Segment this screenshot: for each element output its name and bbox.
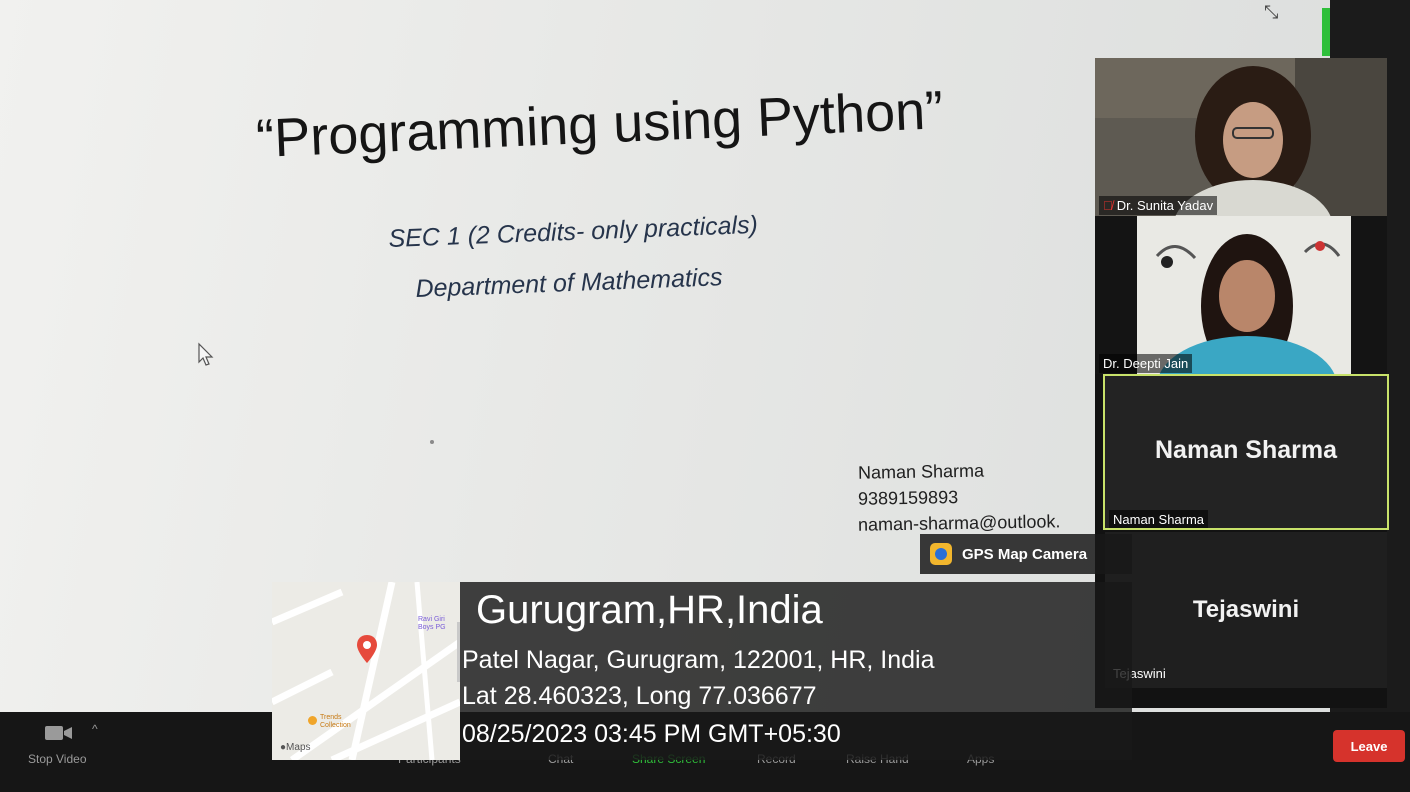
- gps-map-thumbnail: Ravi Giri Boys PG Trends Collection ●Map…: [272, 582, 460, 760]
- participant-name: Dr. Sunita Yadav: [1116, 198, 1214, 213]
- slide-subtitle-department: Department of Mathematics: [415, 263, 723, 303]
- participant-video-feed: [1095, 58, 1387, 216]
- leave-button[interactable]: Leave: [1333, 730, 1405, 762]
- gps-datetime: 08/25/2023 03:45 PM GMT+05:30: [462, 720, 841, 748]
- participant-tile-deepti[interactable]: Dr. Deepti Jain: [1095, 216, 1387, 374]
- map-pin-icon: [357, 635, 377, 663]
- chevron-up-icon[interactable]: ^: [92, 722, 98, 736]
- participant-tile-naman[interactable]: Naman Sharma Naman Sharma: [1103, 374, 1389, 530]
- mic-muted-icon: 🎙̸: [1103, 198, 1113, 213]
- map-label-pg: Ravi Giri Boys PG: [418, 616, 446, 631]
- participant-panel: 🎙̸ Dr. Sunita Yadav Dr. Deepti Jain Naman…: [1095, 58, 1389, 708]
- slide-subtitle-sec: SEC 1 (2 Credits- only practicals): [388, 210, 759, 253]
- mouse-cursor-icon: [198, 342, 214, 366]
- participant-display-name: Tejaswini: [1192, 596, 1300, 623]
- gps-info-overlay: Ravi Giri Boys PG Trends Collection ●Map…: [272, 582, 1132, 760]
- gps-camera-icon: [930, 543, 952, 565]
- contact-name: Naman Sharma: [857, 460, 985, 483]
- participant-tile-tejaswini[interactable]: Tejaswini Tejaswini: [1105, 532, 1387, 688]
- map-brand: Maps: [286, 742, 311, 753]
- video-camera-icon[interactable]: [44, 724, 74, 742]
- participant-name: Naman Sharma: [1109, 510, 1209, 528]
- participant-display-name: Naman Sharma: [1154, 436, 1338, 464]
- gps-city: Gurugram,HR,India: [476, 588, 823, 632]
- participant-tile-sunita[interactable]: 🎙̸ Dr. Sunita Yadav: [1095, 58, 1387, 216]
- contact-phone: 9389159893: [857, 487, 959, 509]
- expand-arrows-icon[interactable]: ⤡: [1264, 2, 1278, 23]
- participant-name: Dr. Deepti Jain: [1099, 354, 1193, 373]
- slide-title: “Programming using Python”: [255, 80, 945, 169]
- gps-coordinates: Lat 28.460323, Long 77.036677: [462, 682, 817, 710]
- map-label-trends: Trends Collection: [320, 714, 351, 729]
- gps-app-name: GPS Map Camera: [962, 545, 1088, 563]
- gps-address: Patel Nagar, Gurugram, 122001, HR, India: [462, 646, 935, 674]
- slide-contact-block: Naman Sharma 9389159893 naman-sharma@out…: [857, 458, 1061, 536]
- gps-app-header: GPS Map Camera: [920, 534, 1132, 574]
- participant-video-feed: [1095, 216, 1387, 374]
- share-indicator: [1322, 8, 1330, 56]
- slide-dot: [430, 440, 434, 444]
- stop-video-button[interactable]: Stop Video: [28, 752, 87, 766]
- map-poi-icon: [308, 716, 317, 725]
